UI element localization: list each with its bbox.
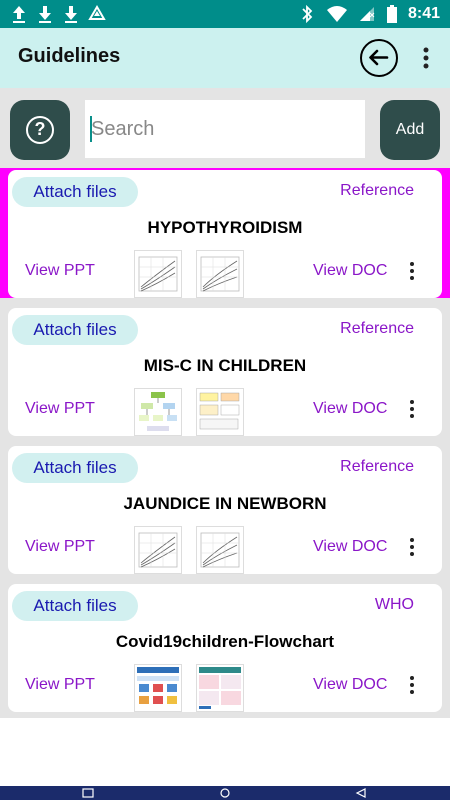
- flowchart-thumbnail-icon: [139, 392, 177, 431]
- attach-files-button[interactable]: Attach files: [12, 591, 138, 621]
- growth-chart-thumbnail-icon: [138, 532, 178, 568]
- attach-files-button[interactable]: Attach files: [12, 315, 138, 345]
- attach-files-button[interactable]: Attach files: [12, 453, 138, 483]
- attach-files-button[interactable]: Attach files: [12, 177, 138, 207]
- infographic-thumbnail-icon: [137, 667, 179, 704]
- infographic-thumbnail-icon: [199, 667, 241, 709]
- card-title: Covid19children-Flowchart: [115, 632, 335, 651]
- guideline-card[interactable]: Attach files WHO Covid19children-Flowcha…: [8, 584, 442, 712]
- view-doc-link[interactable]: View DOC: [313, 676, 387, 694]
- view-ppt-link[interactable]: View PPT: [25, 262, 95, 280]
- doc-thumbnail[interactable]: [196, 250, 244, 298]
- help-button[interactable]: ?: [10, 100, 70, 160]
- growth-chart-thumbnail-icon: [200, 532, 240, 568]
- view-ppt-link[interactable]: View PPT: [25, 538, 95, 556]
- guideline-card[interactable]: Attach files Reference MIS-C IN CHILDREN…: [8, 308, 442, 436]
- source-link[interactable]: WHO: [375, 596, 414, 614]
- search-input[interactable]: [85, 100, 365, 158]
- card-title: HYPOTHYROIDISM: [147, 218, 303, 237]
- search-row: ? Add: [0, 88, 450, 168]
- add-button[interactable]: Add: [380, 100, 440, 160]
- card-menu-icon[interactable]: [406, 536, 418, 558]
- download-icon: [39, 6, 51, 23]
- bluetooth-icon: [302, 4, 313, 24]
- card-title: MIS-C IN CHILDREN: [143, 356, 307, 375]
- source-link[interactable]: Reference: [340, 182, 414, 200]
- nav-back-icon[interactable]: [355, 788, 367, 798]
- ppt-thumbnail[interactable]: [134, 526, 182, 574]
- source-link[interactable]: Reference: [340, 320, 414, 338]
- text-cursor: [90, 116, 92, 142]
- ppt-thumbnail[interactable]: [134, 664, 182, 712]
- signal-icon: [359, 7, 375, 21]
- doc-thumbnail[interactable]: [196, 388, 244, 436]
- overflow-menu-icon[interactable]: [414, 44, 438, 72]
- view-ppt-link[interactable]: View PPT: [25, 676, 95, 694]
- view-doc-link[interactable]: View DOC: [313, 262, 387, 280]
- growth-chart-thumbnail-icon: [200, 256, 240, 292]
- wifi-icon: [326, 6, 347, 22]
- help-icon: ?: [26, 116, 54, 144]
- app-bar: Guidelines: [0, 28, 450, 88]
- upload-icon: [13, 6, 25, 23]
- doc-thumbnail[interactable]: [196, 664, 244, 712]
- guidelines-list: Attach files Reference HYPOTHYROIDISM Vi…: [0, 168, 450, 718]
- guideline-card[interactable]: Attach files Reference HYPOTHYROIDISM Vi…: [8, 170, 442, 298]
- drive-icon: [88, 5, 106, 20]
- arrow-left-icon: [369, 49, 389, 66]
- battery-icon: [386, 5, 397, 23]
- back-button[interactable]: [360, 39, 398, 77]
- view-doc-link[interactable]: View DOC: [313, 400, 387, 418]
- view-ppt-link[interactable]: View PPT: [25, 400, 95, 418]
- status-time: 8:41: [407, 5, 440, 22]
- card-menu-icon[interactable]: [406, 260, 418, 282]
- download-icon: [65, 6, 77, 23]
- system-nav-bar: [0, 786, 450, 800]
- nav-home-icon[interactable]: [219, 788, 231, 798]
- page-title: Guidelines: [18, 45, 121, 67]
- source-link[interactable]: Reference: [340, 458, 414, 476]
- ppt-thumbnail[interactable]: [134, 388, 182, 436]
- status-bar: 8:41: [0, 0, 450, 28]
- doc-thumbnail[interactable]: [196, 526, 244, 574]
- growth-chart-thumbnail-icon: [138, 256, 178, 292]
- guideline-card[interactable]: Attach files Reference JAUNDICE IN NEWBO…: [8, 446, 442, 574]
- card-title: JAUNDICE IN NEWBORN: [123, 494, 327, 513]
- nav-recents-icon[interactable]: [82, 788, 94, 798]
- view-doc-link[interactable]: View DOC: [313, 538, 387, 556]
- ppt-thumbnail[interactable]: [134, 250, 182, 298]
- card-menu-icon[interactable]: [406, 398, 418, 420]
- card-menu-icon[interactable]: [406, 674, 418, 696]
- flowchart-thumbnail-icon: [199, 392, 240, 430]
